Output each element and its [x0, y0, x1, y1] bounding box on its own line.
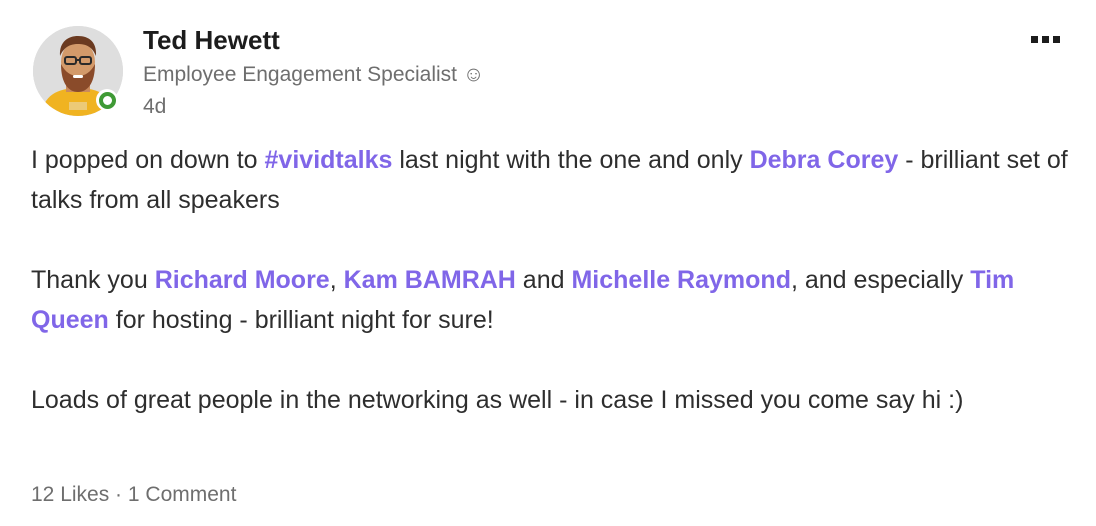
more-horizontal-icon: [1053, 35, 1060, 43]
separator: ·: [109, 483, 128, 506]
post-text: I popped on down to: [31, 146, 265, 174]
post-text: ,: [329, 266, 344, 294]
more-options-button[interactable]: [1031, 30, 1077, 48]
post-text: and: [515, 266, 572, 294]
author-name[interactable]: Ted Hewett: [143, 24, 280, 56]
mention-link[interactable]: Kam BAMRAH: [344, 266, 516, 294]
hashtag-link[interactable]: #vividtalks: [265, 146, 393, 174]
more-horizontal-icon: [1031, 35, 1038, 43]
post-text: Loads of great people in the networking …: [31, 386, 964, 414]
post-paragraph: Thank you Richard Moore, Kam BAMRAH and …: [31, 260, 1071, 340]
mention-link[interactable]: Debra Corey: [750, 146, 899, 174]
post-text: Thank you: [31, 266, 155, 294]
post-paragraph: Loads of great people in the networking …: [31, 380, 1071, 420]
mention-link[interactable]: Michelle Raymond: [571, 266, 791, 294]
post-text: last night with the one and only: [392, 146, 750, 174]
post-engagement-summary: 12 Likes · 1 Comment: [31, 481, 236, 509]
feed-post: Ted Hewett Employee Engagement Specialis…: [0, 0, 1096, 526]
online-status-icon: [96, 89, 118, 111]
likes-count-link[interactable]: 12 Likes: [31, 483, 109, 506]
more-horizontal-icon: [1042, 35, 1049, 43]
author-headline: Employee Engagement Specialist ☺: [143, 63, 485, 86]
author-avatar[interactable]: [33, 26, 123, 116]
post-body: I popped on down to #vividtalks last nig…: [31, 140, 1071, 420]
comments-count-link[interactable]: 1 Comment: [128, 483, 237, 506]
post-text: for hosting - brilliant night for sure!: [108, 306, 494, 334]
mention-link[interactable]: Richard Moore: [155, 266, 330, 294]
post-timestamp: 4d: [143, 95, 167, 118]
post-text: , and especially: [790, 266, 971, 294]
post-paragraph: I popped on down to #vividtalks last nig…: [31, 140, 1071, 220]
